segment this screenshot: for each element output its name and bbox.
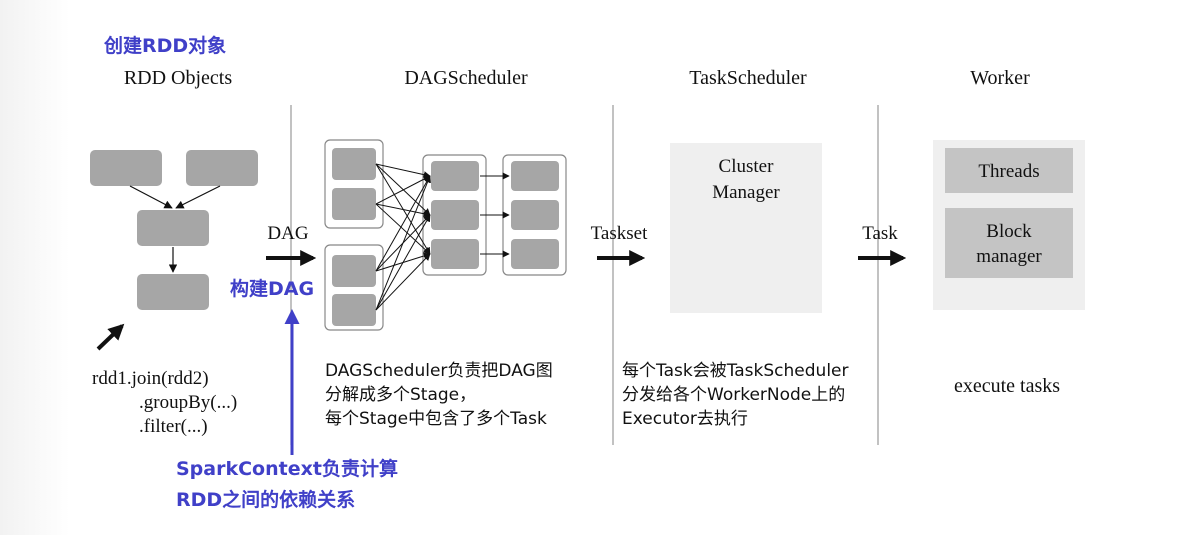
rdd-node-b: [186, 150, 258, 186]
rdd-node-result: [137, 274, 209, 310]
dag-arrow-label: DAG: [267, 223, 308, 244]
dag-description-line-2: 分解成多个Stage，: [325, 385, 476, 405]
shuffle-edges: [375, 163, 431, 311]
dag-scheduler-header: DAGScheduler: [404, 67, 528, 89]
build-dag-annotation: 构建DAG: [230, 277, 314, 300]
cluster-manager-line-1: Cluster: [719, 156, 775, 177]
code-pointer-arrow: [96, 323, 125, 351]
rdd-node-a: [90, 150, 162, 186]
code-line-2: .groupBy(...): [139, 392, 237, 413]
stage-group-3-node-1: [431, 161, 479, 191]
task-scheduler-header: TaskScheduler: [689, 67, 807, 89]
task-description-line-1: 每个Task会被TaskScheduler: [622, 361, 849, 381]
stage-group-2-node-2: [332, 294, 376, 326]
stage-group-1-node-1: [332, 148, 376, 180]
rdd-edge-b: [175, 185, 221, 209]
code-line-1: rdd1.join(rdd2): [92, 368, 209, 389]
worker-caption: execute tasks: [954, 375, 1060, 397]
stage-group-4-node-1: [511, 161, 559, 191]
create-rdd-annotation: 创建RDD对象: [103, 34, 226, 57]
sparkcontext-annotation-line-1: SparkContext负责计算: [176, 457, 398, 480]
dag-description-line-3: 每个Stage中包含了多个Task: [325, 409, 547, 429]
stage-group-4-node-2: [511, 200, 559, 230]
stage-group-2-node-1: [332, 255, 376, 287]
task-description-line-3: Executor去执行: [622, 409, 748, 429]
stage-group-3-node-2: [431, 200, 479, 230]
spark-scheduling-diagram: 创建RDD对象 RDD Objects DAGScheduler TaskSch…: [90, 34, 1085, 511]
taskset-arrow-label: Taskset: [591, 223, 648, 244]
block-manager-box: [945, 208, 1073, 278]
rdd-objects-header: RDD Objects: [124, 67, 233, 89]
cluster-manager-line-2: Manager: [712, 182, 780, 203]
worker-header: Worker: [970, 67, 1030, 89]
code-line-3: .filter(...): [139, 416, 208, 437]
stage-group-3-node-3: [431, 239, 479, 269]
block-manager-line-1: Block: [986, 221, 1032, 242]
shuffle-edge: [375, 175, 431, 311]
shuffle-edge: [375, 203, 431, 218]
task-description-line-2: 分发给各个WorkerNode上的: [622, 385, 845, 405]
block-manager-line-2: manager: [976, 246, 1042, 267]
shuffle-edge: [375, 163, 431, 179]
stage-group-4-node-3: [511, 239, 559, 269]
threads-label: Threads: [978, 161, 1039, 182]
stage-group-1-node-2: [332, 188, 376, 220]
dag-stages: [324, 139, 567, 331]
task-arrow-label: Task: [862, 223, 898, 244]
sparkcontext-annotation-line-2: RDD之间的依赖关系: [176, 488, 355, 511]
dag-description-line-1: DAGScheduler负责把DAG图: [325, 361, 553, 381]
rdd-node-join: [137, 210, 209, 246]
rdd-edge-a: [129, 185, 173, 209]
